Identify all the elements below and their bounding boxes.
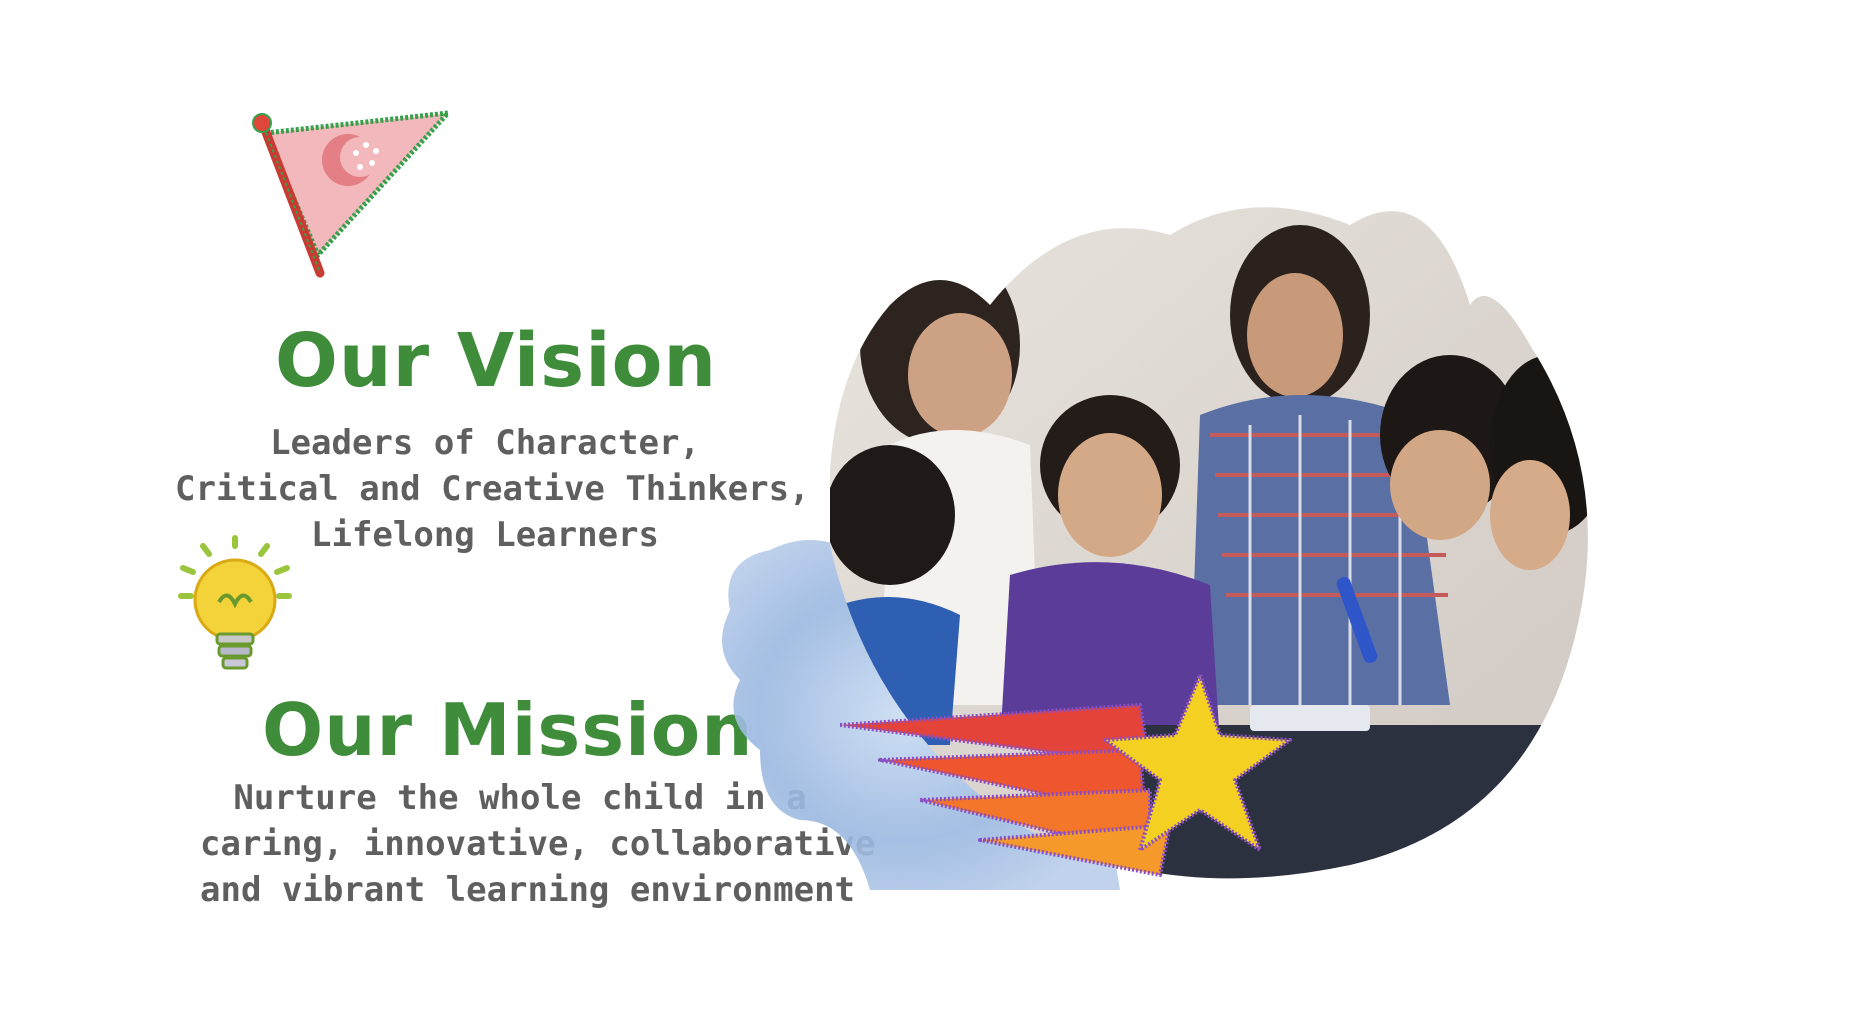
shooting-star-icon	[838, 665, 1310, 885]
vision-line-1: Leaders of Character,	[270, 423, 700, 463]
lightbulb-icon	[175, 532, 295, 682]
pennant-flag-icon	[238, 105, 458, 285]
mission-title: Our Mission	[262, 688, 754, 772]
vision-line-2: Critical and Creative Thinkers,	[175, 469, 810, 509]
vision-title: Our Vision	[275, 318, 718, 404]
